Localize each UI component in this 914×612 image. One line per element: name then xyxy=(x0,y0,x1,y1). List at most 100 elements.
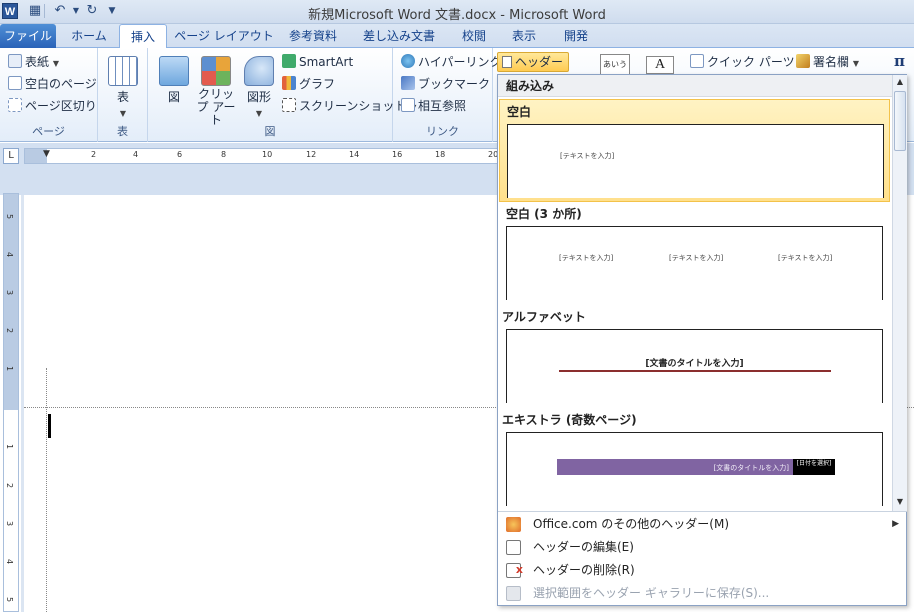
blank-page-button[interactable]: 空白のページ xyxy=(8,74,97,94)
placeholder-text: [テキストを入力] xyxy=(560,152,615,160)
text-cursor xyxy=(48,414,51,438)
gallery-item-extra-odd[interactable]: エキストラ (奇数ページ) [文書のタイトルを入力] [日付を選択] xyxy=(499,408,890,511)
vertical-ruler[interactable]: 5 4 3 2 1 1 2 3 4 5 xyxy=(3,193,19,612)
tab-references[interactable]: 参考資料 xyxy=(282,24,344,48)
ruler-number: 1 xyxy=(5,365,15,372)
gallery-item-name: エキストラ (奇数ページ) xyxy=(502,413,637,427)
table-button[interactable]: 表 ▼ xyxy=(106,56,140,119)
title-placeholder: [文書のタイトルを入力] xyxy=(645,359,744,369)
save-selection-icon xyxy=(506,586,521,601)
tab-review[interactable]: 校閲 xyxy=(454,24,494,48)
page-break-button[interactable]: ページ区切り xyxy=(8,96,97,116)
smartart-button[interactable]: SmartArt xyxy=(282,52,353,72)
picture-icon xyxy=(159,56,189,86)
tab-view[interactable]: 表示 xyxy=(504,24,544,48)
screenshot-icon xyxy=(282,98,296,112)
chevron-down-icon: ▼ xyxy=(52,59,59,68)
save-selection-to-gallery-item[interactable]: 選択範囲をヘッダー ギャラリーに保存(S)... xyxy=(498,582,907,605)
header-button[interactable]: ヘッダー ▼ xyxy=(497,52,569,86)
signature-icon xyxy=(796,54,810,68)
tab-file[interactable]: ファイル xyxy=(0,24,56,48)
tab-developer[interactable]: 開発 xyxy=(556,24,596,48)
placeholder-text: [テキストを入力] xyxy=(559,254,614,262)
clipart-icon xyxy=(201,56,231,86)
quick-parts-icon xyxy=(690,54,704,68)
gallery-section-title: 組み込み xyxy=(498,75,892,97)
chart-button[interactable]: グラフ xyxy=(282,74,335,94)
ruler-number: 16 xyxy=(392,150,403,159)
chevron-down-icon: ▼ xyxy=(119,109,127,118)
smartart-label: SmartArt xyxy=(299,55,354,69)
textbox-icon[interactable]: あいう xyxy=(600,54,630,76)
placeholder-text: [テキストを入力] xyxy=(669,254,724,262)
picture-button[interactable]: 図 xyxy=(154,56,194,105)
shapes-icon xyxy=(244,56,274,86)
tab-home[interactable]: ホーム xyxy=(64,24,114,48)
margin-guide-vertical xyxy=(46,368,47,612)
ruler-number: 3 xyxy=(5,520,15,527)
gallery-item-alphabet[interactable]: アルファベット [文書のタイトルを入力] xyxy=(499,305,890,408)
placeholder-text: [テキストを入力] xyxy=(778,254,833,262)
shapes-label: 図形 xyxy=(246,90,271,104)
wordart-icon[interactable]: A xyxy=(646,56,674,74)
gallery-preview: [文書のタイトルを入力] xyxy=(506,329,883,403)
menu-label: ヘッダーの削除(R) xyxy=(533,563,635,577)
menu-label: Office.com のその他のヘッダー(M) xyxy=(533,517,730,531)
header-gallery: 組み込み ▲ ▼ 空白 [テキストを入力] 空白 (3 か所) [テキストを入力… xyxy=(497,74,907,606)
crossref-button[interactable]: 相互参照 xyxy=(401,96,466,116)
title-bar-shape: [文書のタイトルを入力] xyxy=(557,459,793,475)
clipart-button[interactable]: クリップ アート xyxy=(196,56,236,127)
submenu-arrow-icon: ▶ xyxy=(892,519,899,529)
cover-page-button[interactable]: 表紙 ▼ xyxy=(8,52,59,72)
title-placeholder: [文書のタイトルを入力] xyxy=(713,464,789,472)
more-headers-online-item[interactable]: Office.com のその他のヘッダー(M) ▶ xyxy=(498,513,907,536)
tab-page-layout[interactable]: ページ レイアウト xyxy=(174,24,274,48)
scroll-up-icon[interactable]: ▲ xyxy=(894,75,906,89)
tab-mailings[interactable]: 差し込み文書 xyxy=(356,24,442,48)
clipart-label: クリップ アート xyxy=(196,87,236,127)
indent-marker-icon[interactable]: ▼ xyxy=(43,149,50,159)
ruler-number: 5 xyxy=(5,213,15,220)
links-group-label: リンク xyxy=(426,125,459,138)
scrollbar-thumb[interactable] xyxy=(894,91,906,151)
gallery-preview: [テキストを入力] xyxy=(507,124,884,198)
blank-page-label: 空白のページ xyxy=(25,77,97,91)
title-rule xyxy=(559,370,831,372)
edit-header-item[interactable]: ヘッダーの編集(E) xyxy=(498,536,907,559)
edit-header-icon xyxy=(506,540,521,555)
tab-selector-button[interactable]: L xyxy=(3,148,19,164)
ruler-number: 2 xyxy=(91,150,97,159)
ruler-number: 18 xyxy=(435,150,446,159)
blank-page-icon xyxy=(8,76,22,90)
gallery-item-blank[interactable]: 空白 [テキストを入力] xyxy=(499,99,890,202)
illustrations-group-label: 図 xyxy=(264,125,276,138)
pages-group: 表紙 ▼ 空白のページ ページ区切り ページ xyxy=(0,48,98,142)
hyperlink-button[interactable]: ハイパーリンク xyxy=(401,52,502,72)
remove-header-item[interactable]: x ヘッダーの削除(R) xyxy=(498,559,907,582)
table-icon xyxy=(108,56,138,86)
ruler-number: 4 xyxy=(5,251,15,258)
gallery-item-name: 空白 xyxy=(507,105,532,119)
header-button-label: ヘッダー xyxy=(515,55,564,69)
gallery-scrollbar[interactable]: ▲ ▼ xyxy=(892,75,907,511)
picture-label: 図 xyxy=(167,90,180,104)
delete-header-icon: x xyxy=(506,563,523,578)
cover-page-label: 表紙 xyxy=(25,55,50,69)
gallery-item-blank-three[interactable]: 空白 (3 か所) [テキストを入力] [テキストを入力] [テキストを入力] xyxy=(499,202,890,305)
table-group: 表 ▼ 表 xyxy=(98,48,148,142)
chart-icon xyxy=(282,76,296,90)
bookmark-button[interactable]: ブックマーク xyxy=(401,74,490,94)
tab-insert[interactable]: 挿入 xyxy=(119,24,167,49)
horizontal-ruler[interactable]: ▼ 2 4 6 8 10 12 14 16 18 20 xyxy=(24,148,498,164)
gallery-item-name: アルファベット xyxy=(502,310,586,324)
title-bar: W ▦ ↶ ▼ ↻ ▼ 新規Microsoft Word 文書.docx - M… xyxy=(0,0,914,24)
hyperlink-label: ハイパーリンク xyxy=(418,55,502,69)
scroll-down-icon[interactable]: ▼ xyxy=(894,495,906,509)
signature-line-button[interactable]: 署名欄 ▼ xyxy=(796,52,859,72)
shapes-button[interactable]: 図形 ▼ xyxy=(240,56,278,119)
equation-icon[interactable]: π xyxy=(894,52,905,70)
office-online-icon xyxy=(506,517,521,532)
quick-parts-button[interactable]: クイック パーツ ▼ xyxy=(690,52,805,72)
ruler-number: 2 xyxy=(5,327,15,334)
ribbon-tab-bar: ファイル ホーム 挿入 ページ レイアウト 参考資料 差し込み文書 校閲 表示 … xyxy=(0,24,914,49)
